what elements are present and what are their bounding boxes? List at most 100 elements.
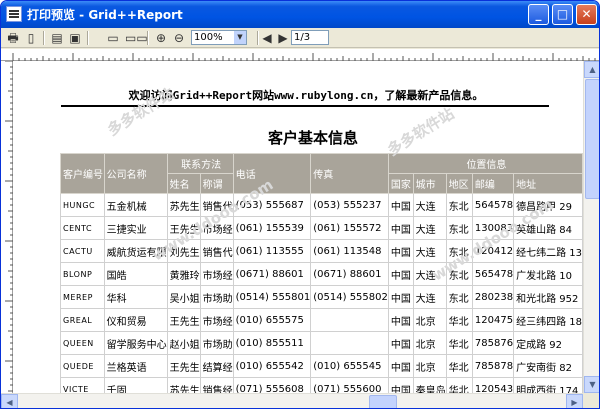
table-cell: 华北 [445,308,473,332]
table-row: GREAL 仪和贸易 王先生 市场经 (010) 655575 中国 北京 华北 120475 经… [60,308,583,332]
header-contact: 联系方法 [166,153,234,174]
table-cell: (071) 555600 [310,377,389,393]
table-cell: CENTC [60,216,105,240]
table-cell: 120475 [471,308,515,332]
table-row: CACTU 威航货运有限 刘先生 销售代 (061) 113555 (061) 11354… [60,239,583,263]
table-cell: 广发北路 10 [513,262,583,286]
table-cell: 市场经 [199,262,234,286]
table-cell: (053) 555687 [232,193,312,217]
table-cell: (053) 555237 [310,193,389,217]
table-cell: (010) 655575 [232,308,312,332]
table-cell: 大连 [412,216,447,240]
book-icon[interactable]: ▯ [23,30,39,46]
table-cell: 五金机械 [103,193,168,217]
header-country: 国家 [387,173,414,194]
table-cell: 兰格英语 [103,354,168,378]
zoom-select[interactable]: 100% ▼ [191,30,247,45]
table-cell: 苏先生 [166,377,201,393]
table-cell: 王先生 [166,354,201,378]
table-row: VICTE 千固 苏先生 销售经 (071) 555608 (071) 555600 中国秦… [60,377,583,393]
scroll-down-icon[interactable]: ▼ [584,376,599,393]
zoom-in-icon[interactable]: ⊕ [153,30,169,46]
scroll-left-icon[interactable]: ◀ [1,394,18,408]
table-body: HUNGC 五金机械 苏先生 销售代 (053) 555687 (053) 555237 中… [60,193,583,393]
table-cell: 中国 [387,262,414,286]
table-cell: 大连 [412,239,447,263]
toolbar-separator [147,31,149,45]
preview-window: 打印预览 - Grid++Report _ □ ✕ 🖶 ▯ ▤ ▣ ▭ ▭▭ ⊕… [0,0,600,409]
table-cell: VICTE [60,377,105,393]
table-row: HUNGC 五金机械 苏先生 销售代 (053) 555687 (053) 555237 中… [60,193,583,217]
table-cell: 大连 [412,262,447,286]
table-cell: QUEDE [60,354,105,378]
table-cell: 中国 [387,354,414,378]
table-cell: CACTU [60,239,105,263]
table-cell: GREAL [60,308,105,332]
horizontal-ruler [1,49,599,61]
table-cell: (0671) 88601 [232,262,312,286]
zoom-out-icon[interactable]: ⊖ [171,30,187,46]
table-cell: 明成西街 174 [513,377,583,393]
table-cell: (0514) 555802 [310,285,389,309]
table-cell: (061) 155539 [232,216,312,240]
two-page-icon[interactable]: ▭▭ [125,30,148,46]
table-cell: 广安南街 82 [513,354,583,378]
table-cell: 中国 [387,239,414,263]
vertical-scroll-thumb[interactable] [585,79,599,199]
header-fax: 传真 [310,153,389,194]
printer-icon[interactable]: 🖶 [5,30,21,46]
table-cell: 565478 [471,262,515,286]
title-bar[interactable]: 打印预览 - Grid++Report _ □ ✕ [1,1,599,28]
horizontal-scroll-thumb[interactable] [369,395,397,408]
table-cell: 华北 [445,331,473,355]
header-salutation: 称谓 [199,173,234,194]
prev-page-icon[interactable]: ◀ [259,30,275,46]
table-cell: 市场经 [199,308,234,332]
table-cell: 东北 [445,193,473,217]
table-cell: 市场经 [199,216,234,240]
table-cell: 中国 [387,377,414,393]
minimize-button[interactable]: _ [528,4,549,25]
page-number-input[interactable]: 1/3 [291,30,329,45]
maximize-button[interactable]: □ [552,4,573,25]
zoom-value: 100% [194,32,223,43]
header-customer-id: 客户编号 [60,153,105,194]
table-cell: 大连 [412,285,447,309]
table-cell: 仪和贸易 [103,308,168,332]
header-city: 城市 [412,173,447,194]
table-cell: 定成路 92 [513,331,583,355]
window-title: 打印预览 - Grid++Report [27,8,183,22]
table-cell: 785876 [471,331,515,355]
table-cell: 和光北路 952 [513,285,583,309]
table-cell: 华北 [445,354,473,378]
table-cell: 结算经 [199,354,234,378]
resize-grip[interactable] [583,393,599,408]
save-icon[interactable]: ▣ [67,30,83,46]
table-cell: (010) 655545 [310,354,389,378]
table-cell: 东北 [445,216,473,240]
table-cell: 市场助 [199,285,234,309]
table-cell: QUEEN [60,331,105,355]
table-cell: 120412 [471,239,515,263]
table-cell: 北京 [412,354,447,378]
table-cell: 华北 [445,377,473,393]
report-title: 客户基本信息 [267,129,358,147]
table-row: QUEEN 留学服务中心 赵小姐 市场助 (010) 855511 中国 北京 华北 78587… [60,331,583,355]
page-setup-icon[interactable]: ▤ [49,30,65,46]
chevron-down-icon[interactable]: ▼ [234,31,246,44]
table-cell: HUNGC [60,193,105,217]
close-button[interactable]: ✕ [576,4,597,25]
horizontal-scrollbar[interactable]: ◀ ▶ [1,393,583,408]
ruler-ticks [5,60,13,392]
vertical-scrollbar[interactable]: ▲ ▼ [583,61,599,393]
table-cell: BLONP [60,262,105,286]
table-row: CENTC 三捷实业 王先生 市场经 (061) 155539 (061) 155572 中… [60,216,583,240]
next-page-icon[interactable]: ▶ [275,30,291,46]
scroll-right-icon[interactable]: ▶ [566,394,583,408]
table-cell [310,308,389,332]
single-page-icon[interactable]: ▭ [105,30,121,46]
scroll-up-icon[interactable]: ▲ [584,61,599,78]
table-cell: 黄雅玲 [166,262,201,286]
header-name: 姓名 [166,173,201,194]
table-cell: 经七纬二路 13 [513,239,583,263]
